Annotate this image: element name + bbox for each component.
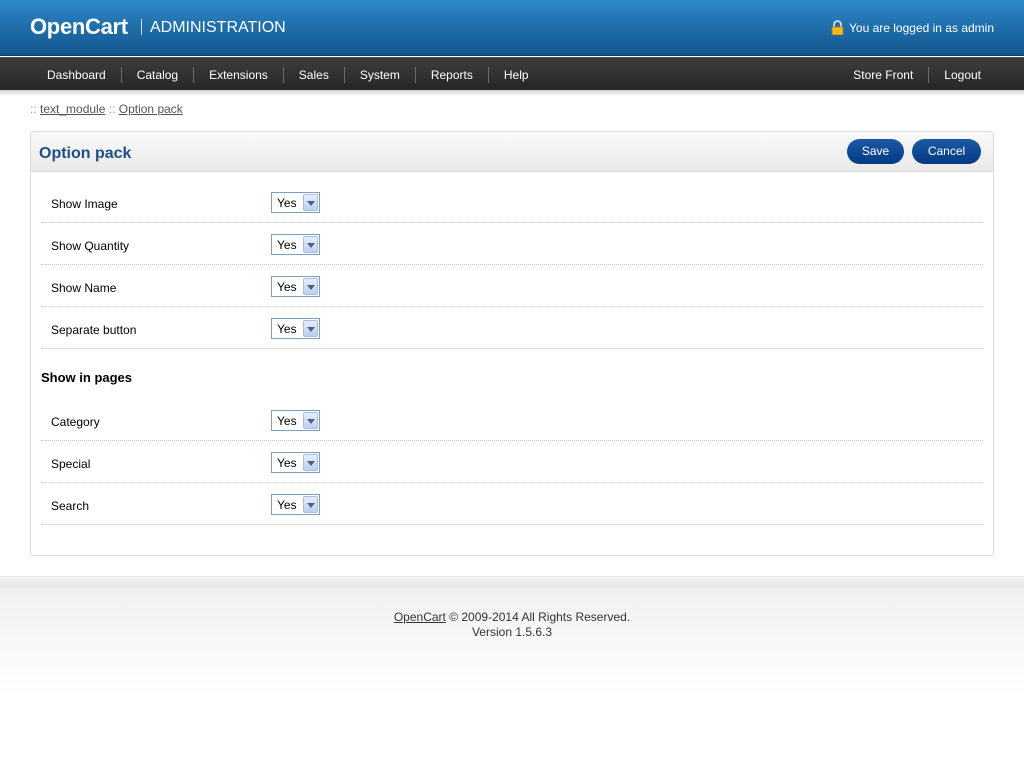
select-value: Yes: [277, 322, 297, 336]
footer-version: Version 1.5.6.3: [471, 625, 553, 639]
footer-copyright-text: © 2009-2014 All Rights Reserved.: [445, 610, 631, 624]
setting-label: Special: [51, 457, 91, 471]
footer-opencart-link[interactable]: OpenCart: [394, 610, 446, 624]
select-value: Yes: [277, 414, 297, 428]
chevron-down-icon[interactable]: [303, 236, 318, 253]
setting-row-show-image: Show Image Yes: [41, 181, 983, 223]
select-value: Yes: [277, 280, 297, 294]
select-value: Yes: [277, 456, 297, 470]
header-subtitle: ADMINISTRATION: [150, 19, 286, 36]
menu-item-extensions[interactable]: Extensions: [194, 67, 283, 83]
module-box: Option pack Save Cancel Show Image Yes S…: [30, 131, 994, 556]
setting-label: Separate button: [51, 323, 137, 337]
show-quantity-select[interactable]: Yes: [271, 234, 320, 255]
box-heading: Option pack Save Cancel: [31, 132, 993, 172]
menu-item-reports[interactable]: Reports: [416, 67, 488, 83]
logo[interactable]: OpenCart: [30, 14, 128, 40]
setting-label: Show Quantity: [51, 239, 130, 253]
menu-item-catalog[interactable]: Catalog: [122, 67, 193, 83]
search-select[interactable]: Yes: [271, 494, 320, 515]
menu-item-system[interactable]: System: [345, 67, 415, 83]
main-menu: Dashboard Catalog Extensions Sales Syste…: [0, 57, 1024, 90]
page-title: Option pack: [39, 145, 132, 162]
breadcrumb: :: text_module :: Option pack: [30, 102, 183, 116]
login-status-text: You are logged in as admin: [849, 20, 994, 35]
setting-row-category: Category Yes: [41, 399, 983, 441]
setting-row-search: Search Yes: [41, 483, 983, 525]
chevron-down-icon[interactable]: [303, 320, 318, 337]
menu-left: Dashboard Catalog Extensions Sales Syste…: [32, 58, 544, 91]
separate-button-select[interactable]: Yes: [271, 318, 320, 339]
section-title-show-in-pages: Show in pages: [41, 370, 133, 385]
menu-item-sales[interactable]: Sales: [284, 67, 344, 83]
breadcrumb-link-option-pack[interactable]: Option pack: [119, 102, 183, 116]
breadcrumb-separator: ::: [108, 102, 116, 116]
select-value: Yes: [277, 238, 297, 252]
menu-right: Store Front Logout: [838, 58, 996, 91]
save-button[interactable]: Save: [847, 139, 904, 164]
show-name-select[interactable]: Yes: [271, 276, 320, 297]
menu-item-store-front[interactable]: Store Front: [838, 67, 928, 83]
setting-label: Show Image: [51, 197, 118, 211]
setting-label: Category: [51, 415, 100, 429]
cancel-button[interactable]: Cancel: [912, 139, 981, 164]
lock-icon: [831, 20, 844, 35]
footer: OpenCart © 2009-2014 All Rights Reserved…: [0, 588, 1024, 768]
chevron-down-icon[interactable]: [303, 454, 318, 471]
select-value: Yes: [277, 196, 297, 210]
menu-item-dashboard[interactable]: Dashboard: [32, 67, 121, 83]
setting-row-separate-button: Separate button Yes: [41, 307, 983, 349]
setting-row-show-name: Show Name Yes: [41, 265, 983, 307]
chevron-down-icon[interactable]: [303, 412, 318, 429]
header-divider: [141, 19, 142, 35]
menu-item-logout[interactable]: Logout: [929, 67, 996, 83]
footer-copyright: OpenCart © 2009-2014 All Rights Reserved…: [0, 610, 1024, 624]
special-select[interactable]: Yes: [271, 452, 320, 473]
footer-divider: [0, 576, 1024, 588]
chevron-down-icon[interactable]: [303, 278, 318, 295]
chevron-down-icon[interactable]: [303, 194, 318, 211]
setting-row-show-quantity: Show Quantity Yes: [41, 223, 983, 265]
select-value: Yes: [277, 498, 297, 512]
header: OpenCart ADMINISTRATION You are logged i…: [0, 0, 1024, 56]
menu-shadow: [0, 90, 1024, 96]
breadcrumb-link-text-module[interactable]: text_module: [40, 102, 105, 116]
breadcrumb-separator: ::: [30, 102, 37, 116]
show-image-select[interactable]: Yes: [271, 192, 320, 213]
category-select[interactable]: Yes: [271, 410, 320, 431]
menu-item-help[interactable]: Help: [489, 67, 544, 83]
chevron-down-icon[interactable]: [303, 496, 318, 513]
setting-label: Show Name: [51, 281, 117, 295]
login-status: You are logged in as admin: [831, 20, 994, 35]
setting-row-special: Special Yes: [41, 441, 983, 483]
setting-label: Search: [51, 499, 90, 513]
